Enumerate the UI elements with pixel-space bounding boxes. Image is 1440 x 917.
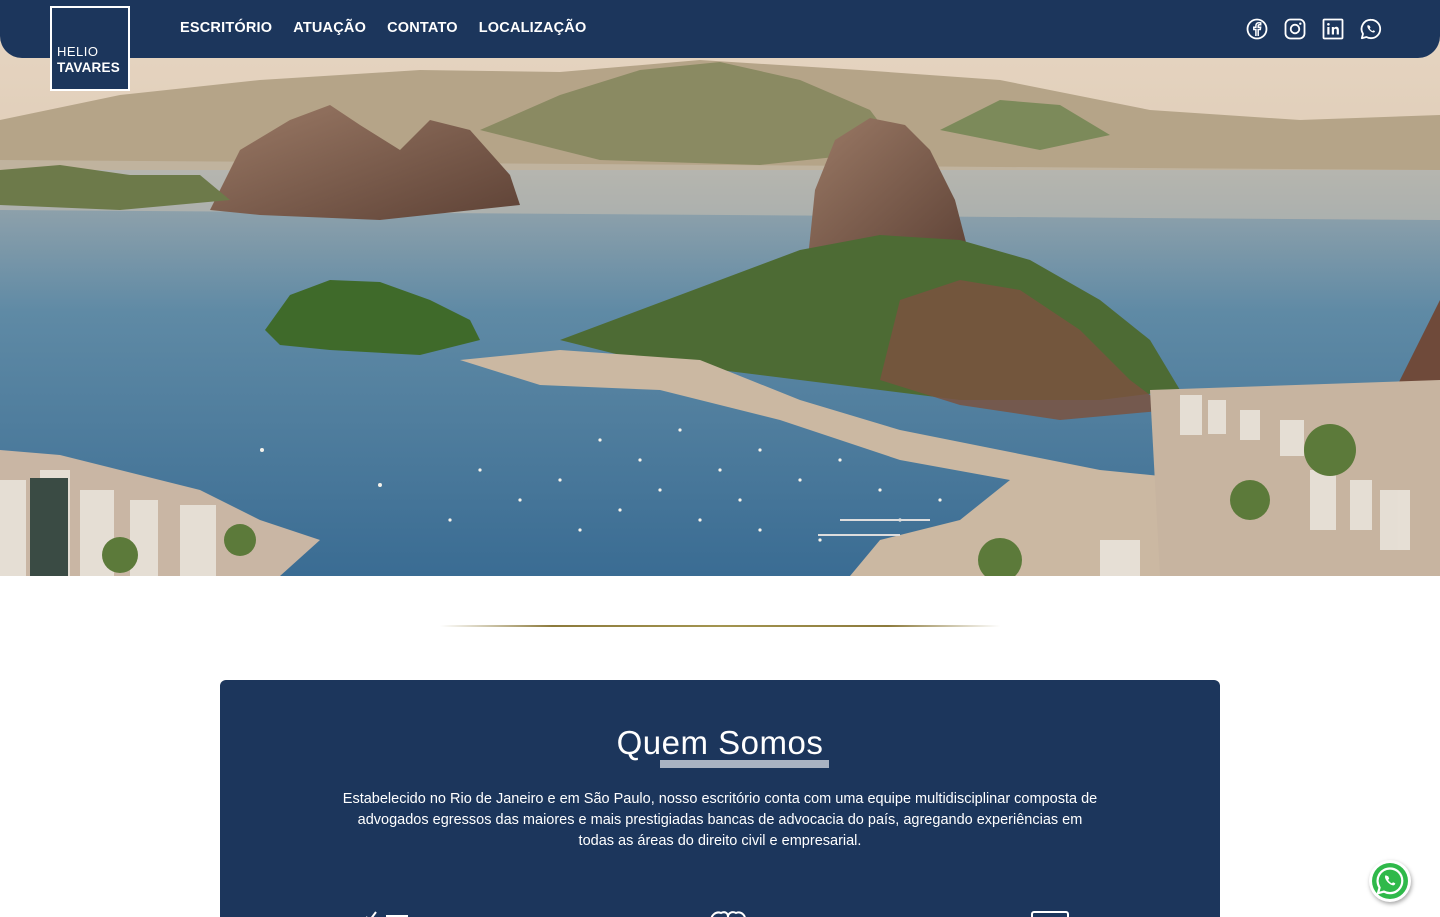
brand-line2: TAVARES xyxy=(57,60,120,75)
about-text: Estabelecido no Rio de Janeiro e em São … xyxy=(342,791,1098,849)
main-nav: ESCRITÓRIO ATUAÇÃO CONTATO LOCALIZAÇÃO xyxy=(180,20,607,36)
nav-item-atuacao[interactable]: ATUAÇÃO xyxy=(293,20,366,36)
nav-item-contato[interactable]: CONTATO xyxy=(387,20,458,36)
nav-item-localizacao[interactable]: LOCALIZAÇÃO xyxy=(479,20,587,36)
brand-line1: HELIO xyxy=(57,44,99,59)
checklist-icon xyxy=(362,908,412,917)
brand-logo[interactable]: HELIO TAVARES xyxy=(50,6,130,91)
whatsapp-icon xyxy=(1372,863,1408,899)
whatsapp-icon[interactable] xyxy=(1360,18,1382,40)
nav-item-escritorio[interactable]: ESCRITÓRIO xyxy=(180,20,272,36)
section-divider xyxy=(440,625,1000,627)
handshake-icon xyxy=(708,908,748,917)
about-title: Quem Somos xyxy=(616,724,824,761)
whatsapp-float-button[interactable] xyxy=(1369,860,1411,902)
instagram-icon[interactable] xyxy=(1284,18,1306,40)
hero-landscape xyxy=(0,0,1440,576)
hero-image xyxy=(0,0,1440,576)
linkedin-icon[interactable] xyxy=(1322,18,1344,40)
about-section: Quem Somos Estabelecido no Rio de Janeir… xyxy=(220,680,1220,917)
title-underline xyxy=(660,760,829,768)
monitor-icon xyxy=(1030,908,1072,917)
social-links xyxy=(1246,18,1382,40)
facebook-icon[interactable] xyxy=(1246,18,1268,40)
